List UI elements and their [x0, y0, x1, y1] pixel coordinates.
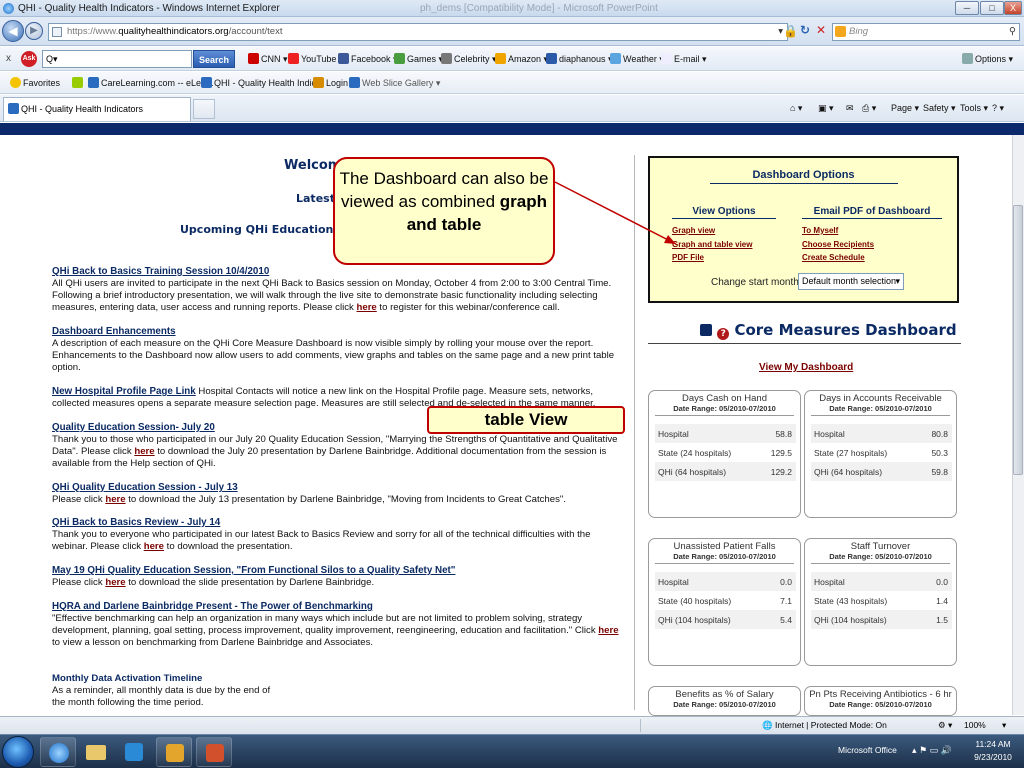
media-player-taskbar-icon[interactable]: [116, 737, 152, 767]
status-bar: 🌐 Internet | Protected Mode: On ⚙ ▾ 100%…: [0, 716, 1024, 734]
table-view-callout: table View: [427, 406, 625, 434]
outlook-taskbar-icon[interactable]: [156, 737, 192, 767]
powerpoint-taskbar-icon[interactable]: [196, 737, 232, 767]
start-button[interactable]: [2, 736, 34, 768]
globe-icon: 🌐: [762, 720, 773, 730]
clock-date: 9/23/2010: [974, 752, 1012, 762]
windows-taskbar: Microsoft Office ▴ ⚑ ▭ 🔊 11:24 AM 9/23/2…: [0, 734, 1024, 768]
ie-taskbar-icon[interactable]: [40, 737, 76, 767]
explorer-taskbar-icon[interactable]: [78, 737, 114, 767]
protected-mode-icon[interactable]: ⚙ ▾: [938, 720, 952, 731]
clock-time: 11:24 AM: [975, 739, 1011, 749]
tray-icons[interactable]: ▴ ⚑ ▭ 🔊: [912, 745, 952, 756]
callout-arrow: [554, 181, 677, 245]
zoom-dropdown-icon[interactable]: ▾: [1002, 720, 1006, 731]
security-zone[interactable]: Internet | Protected Mode: On: [775, 720, 887, 730]
zoom-level[interactable]: 100%: [964, 720, 986, 730]
dashboard-callout: The Dashboard can also be viewed as comb…: [333, 157, 555, 265]
office-toolbar-label[interactable]: Microsoft Office: [838, 745, 897, 755]
system-clock[interactable]: 11:24 AM 9/23/2010: [968, 738, 1018, 764]
